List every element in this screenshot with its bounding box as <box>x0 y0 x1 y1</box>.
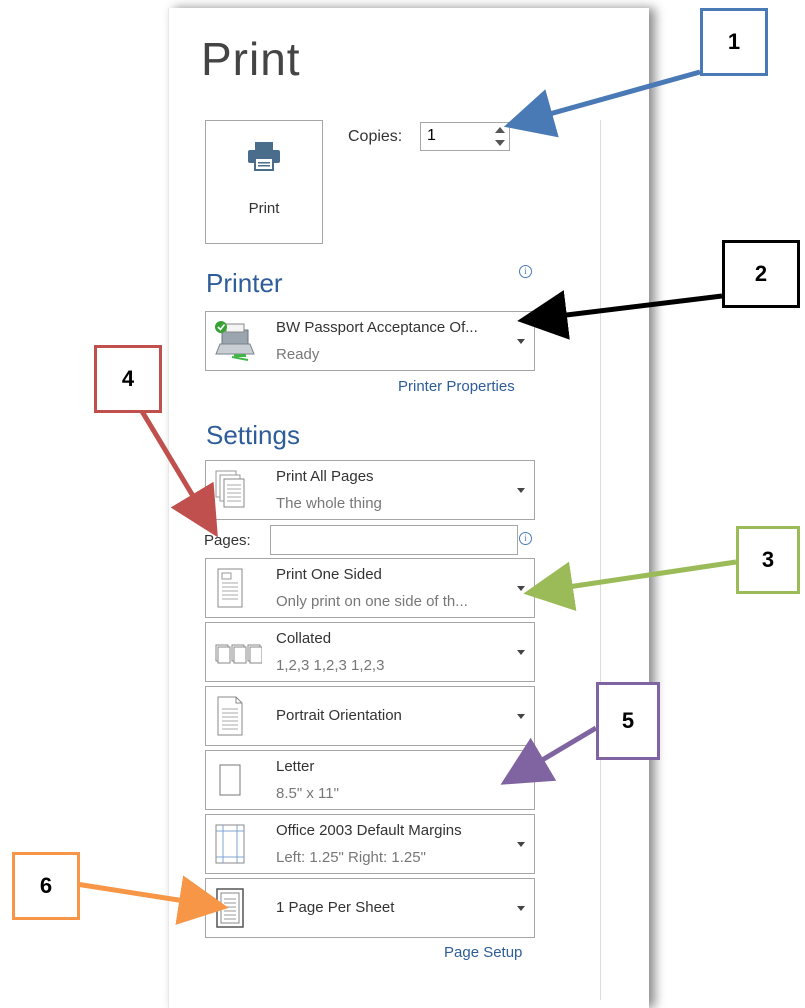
callout-4-arrow <box>137 406 218 538</box>
callout-5-arrow <box>500 725 598 785</box>
callout-6-box: 6 <box>12 852 80 920</box>
callout-1-box: 1 <box>700 8 768 76</box>
callout-arrows <box>75 69 737 925</box>
callout-4-box: 4 <box>94 345 162 413</box>
callout-2-arrow <box>517 290 723 340</box>
callout-3-arrow <box>523 559 737 612</box>
callout-1-arrow <box>503 69 701 138</box>
callout-2-box: 2 <box>722 240 800 308</box>
callout-5-box: 5 <box>596 682 660 760</box>
callout-3-box: 3 <box>736 526 800 594</box>
callout-6-arrow <box>75 875 229 925</box>
